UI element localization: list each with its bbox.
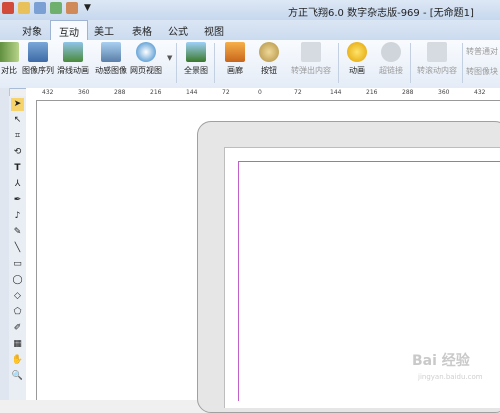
line-tool-icon[interactable]: ╲ bbox=[11, 242, 24, 255]
rectangle-tool-icon[interactable]: ▭ bbox=[11, 258, 24, 271]
hand-tool-icon[interactable]: ✋ bbox=[11, 354, 24, 367]
table-tool-icon[interactable]: ▦ bbox=[11, 338, 24, 351]
margin-guide-left bbox=[238, 161, 239, 401]
button-button[interactable]: 按钮 bbox=[256, 42, 282, 76]
animation-button[interactable]: 动画 bbox=[344, 42, 370, 76]
direct-select-icon[interactable]: ↖ bbox=[11, 114, 24, 127]
ruler-tick: 144 bbox=[186, 89, 198, 96]
tab-interactive[interactable]: 互动 bbox=[50, 20, 88, 40]
ribbon-separator bbox=[338, 43, 339, 83]
toolbox: ➤ ↖ ⌗ ⟲ T ⅄ ✒ ♪ ✎ ╲ ▭ ◯ ◇ ⬠ ✐ ▦ ✋ 🔍 bbox=[9, 96, 27, 400]
horizontal-ruler[interactable]: 432 360 288 216 144 72 0 72 144 216 288 … bbox=[36, 88, 500, 101]
open-icon[interactable] bbox=[18, 2, 30, 14]
ruler-tick: 432 bbox=[474, 89, 486, 96]
panorama-button[interactable]: 全景图 bbox=[182, 42, 210, 76]
convert-normal-object-button[interactable]: 转普通对 bbox=[466, 46, 498, 57]
brush-icon[interactable]: ✎ bbox=[11, 226, 24, 239]
scroll-content-button[interactable]: 转滚动内容 bbox=[414, 42, 460, 76]
zoom-icon[interactable]: 🔍 bbox=[11, 370, 24, 383]
title-bar: ▼ 方正飞翔6.0 数字杂志版-969 - [无命题1] bbox=[0, 0, 500, 21]
ruler-tick: 0 bbox=[258, 89, 262, 96]
watermark-logo: Bai 经验 bbox=[412, 353, 470, 369]
animation-star-icon bbox=[347, 42, 367, 62]
gallery-button[interactable]: 画廊 bbox=[222, 42, 248, 76]
image-sequence-icon bbox=[28, 42, 48, 62]
print-icon[interactable] bbox=[50, 2, 62, 14]
ruler-tick: 432 bbox=[42, 89, 54, 96]
tab-art[interactable]: 美工 bbox=[94, 23, 114, 38]
margin-guide-top bbox=[238, 161, 500, 162]
ribbon-separator bbox=[462, 43, 463, 83]
ribbon-separator bbox=[176, 43, 177, 83]
hyperlink-icon bbox=[381, 42, 401, 62]
app-logo-icon[interactable] bbox=[2, 2, 14, 14]
panorama-icon bbox=[186, 42, 206, 62]
compare-icon bbox=[0, 42, 19, 62]
compare-button[interactable]: 对比 bbox=[0, 42, 22, 76]
hyperlink-button[interactable]: 超链接 bbox=[376, 42, 406, 76]
quick-access-dropdown-icon[interactable]: ▼ bbox=[84, 3, 91, 13]
text-tool-icon[interactable]: T bbox=[11, 162, 24, 175]
window-title: 方正飞翔6.0 数字杂志版-969 - [无命题1] bbox=[288, 8, 474, 19]
polygon-tool-icon[interactable]: ⬠ bbox=[11, 306, 24, 319]
ruler-tick: 144 bbox=[330, 89, 342, 96]
vertical-ruler[interactable] bbox=[26, 100, 37, 400]
selection-arrow-icon[interactable]: ➤ bbox=[11, 98, 24, 111]
button-icon bbox=[259, 42, 279, 62]
popup-content-button[interactable]: 转弹出内容 bbox=[288, 42, 334, 76]
color-picker-icon[interactable]: ✐ bbox=[11, 322, 24, 335]
ruler-tick: 360 bbox=[438, 89, 450, 96]
slide-animation-icon bbox=[63, 42, 83, 62]
save-icon[interactable] bbox=[34, 2, 46, 14]
ruler-tick: 216 bbox=[150, 89, 162, 96]
motion-image-icon bbox=[101, 42, 121, 62]
gallery-scroll-icon[interactable]: ▼ bbox=[167, 54, 172, 62]
rotate-icon[interactable]: ⟲ bbox=[11, 146, 24, 159]
tab-formula[interactable]: 公式 bbox=[168, 23, 188, 38]
slide-animation-button[interactable]: 滑线动画 bbox=[56, 42, 90, 76]
watermark-url: jingyan.baidu.com bbox=[418, 373, 483, 381]
ruler-tick: 216 bbox=[366, 89, 378, 96]
gallery-icon bbox=[225, 42, 245, 62]
scroll-content-icon bbox=[427, 42, 447, 62]
web-view-button[interactable]: 网页视图 bbox=[128, 42, 164, 76]
motion-image-button[interactable]: 动感图像 bbox=[94, 42, 128, 76]
ribbon-separator bbox=[214, 43, 215, 83]
diamond-tool-icon[interactable]: ◇ bbox=[11, 290, 24, 303]
web-view-icon bbox=[136, 42, 156, 62]
ruler-tick: 288 bbox=[402, 89, 414, 96]
ellipse-tool-icon[interactable]: ◯ bbox=[11, 274, 24, 287]
crop-icon[interactable]: ⌗ bbox=[11, 130, 24, 143]
image-sequence-button[interactable]: 图像序列 bbox=[22, 42, 54, 76]
ribbon-tabs: 对象 互动 美工 表格 公式 视图 bbox=[0, 20, 500, 41]
ruler-tick: 288 bbox=[114, 89, 126, 96]
ruler-tick: 72 bbox=[294, 89, 302, 96]
pen-icon[interactable]: ✒ bbox=[11, 194, 24, 207]
text-path-icon[interactable]: ⅄ bbox=[11, 178, 24, 191]
tab-view[interactable]: 视图 bbox=[204, 23, 224, 38]
popup-content-icon bbox=[301, 42, 321, 62]
ribbon-separator bbox=[410, 43, 411, 83]
convert-image-block-button[interactable]: 转图像块 bbox=[466, 66, 498, 77]
ruler-tick: 360 bbox=[78, 89, 90, 96]
bezier-icon[interactable]: ♪ bbox=[11, 210, 24, 223]
ruler-tick: 72 bbox=[222, 89, 230, 96]
tab-table[interactable]: 表格 bbox=[132, 23, 152, 38]
tab-object[interactable]: 对象 bbox=[22, 23, 42, 38]
ribbon-panel: 对比 图像序列 滑线动画 动感图像 网页视图 ▼ 全景图 画廊 按钮 转弹出内容… bbox=[0, 40, 500, 89]
undo-icon[interactable] bbox=[66, 2, 78, 14]
